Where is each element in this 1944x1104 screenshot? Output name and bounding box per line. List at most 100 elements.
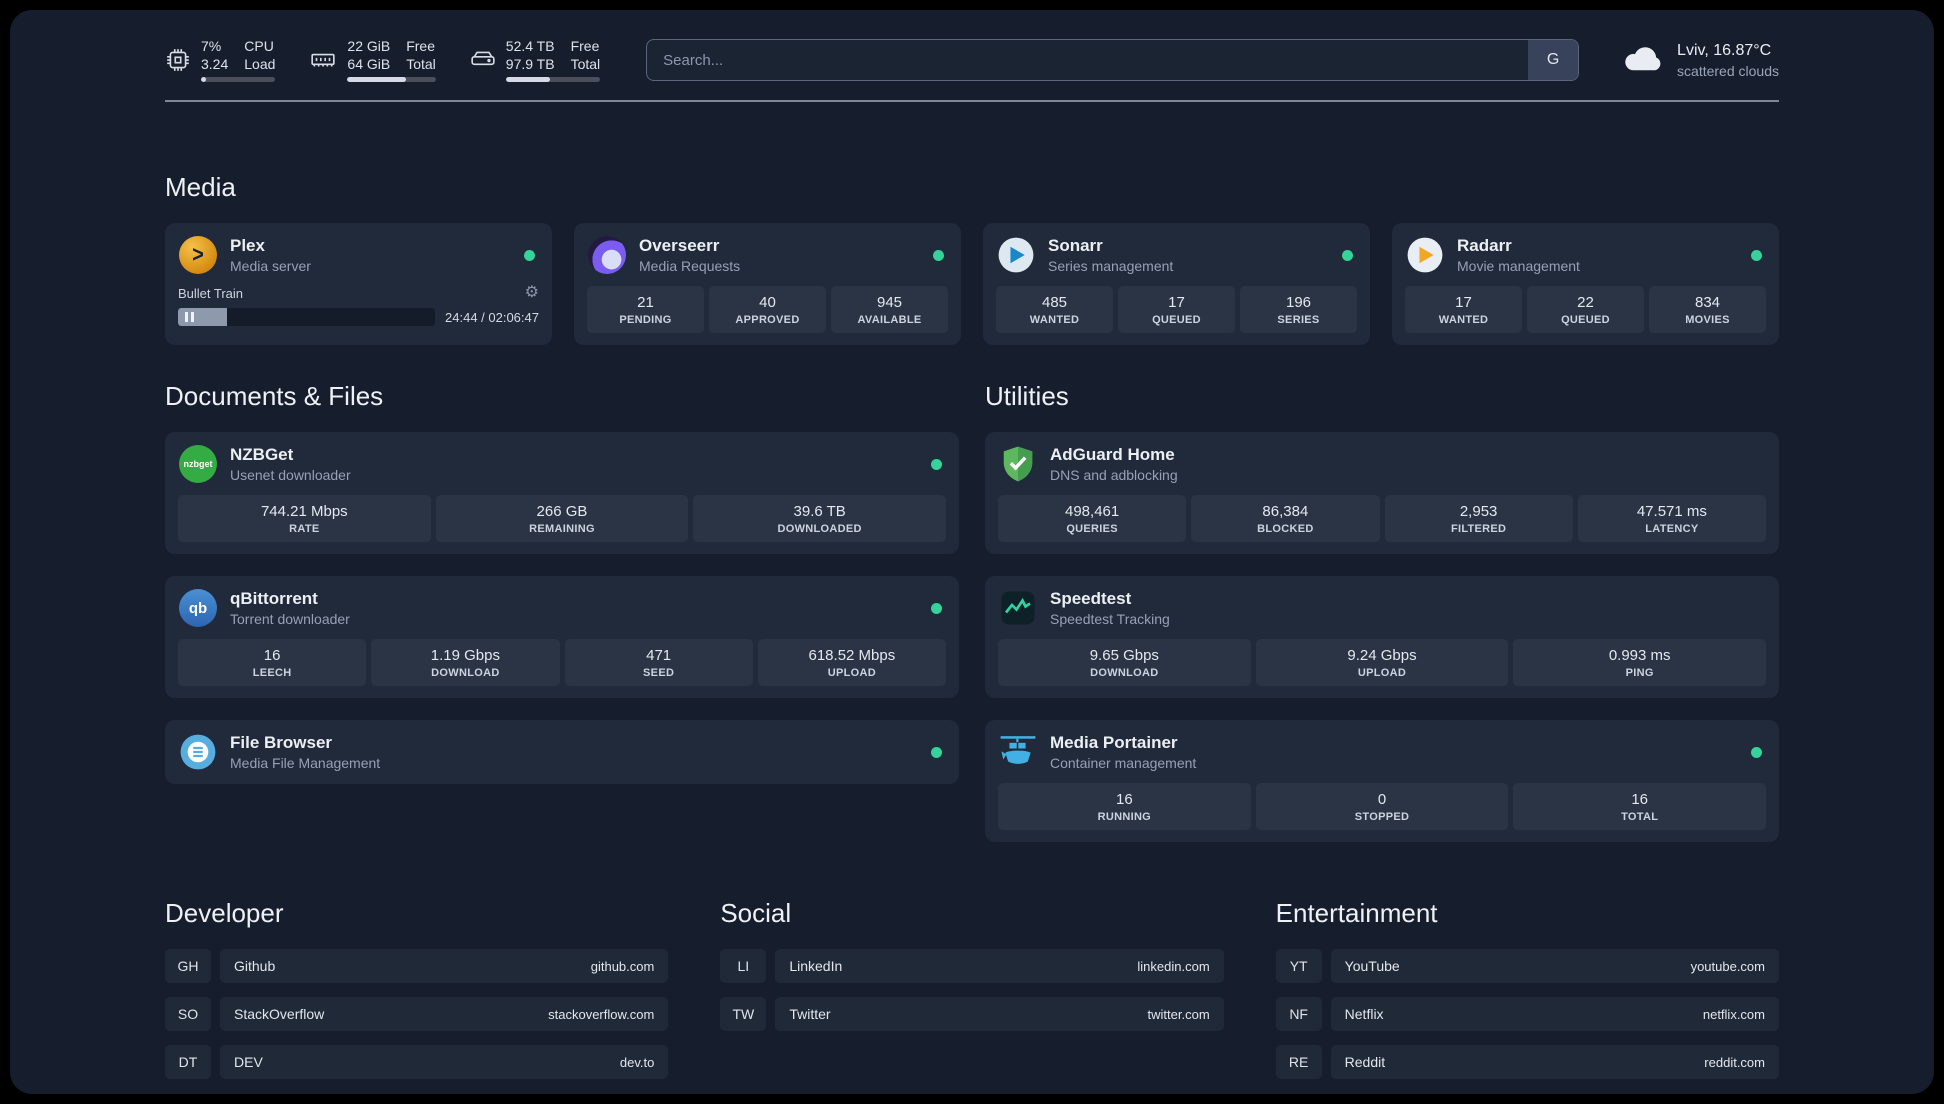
cpu-percent: 7% (201, 38, 222, 54)
section-utilities: Utilities AdGuard Home DNS and adblockin… (985, 381, 1779, 843)
plex-icon: > (178, 235, 218, 275)
weather-widget: Lviv, 16.87°C scattered clouds (1621, 42, 1779, 79)
bookmark-domain: github.com (590, 958, 655, 974)
bookmark-domain: stackoverflow.com (548, 1006, 655, 1022)
status-dot (931, 602, 942, 614)
service-subtitle: DNS and adblocking (1050, 467, 1178, 484)
status-dot (1751, 249, 1762, 261)
ram-progress-bar (347, 77, 436, 83)
search-bar[interactable]: G (646, 39, 1580, 82)
section-title-utilities: Utilities (985, 381, 1069, 412)
stat-series: 196 SERIES (1240, 286, 1357, 334)
disk-widget: 52.4 TB 97.9 TB Free Total (470, 38, 601, 83)
search-input[interactable] (647, 40, 1529, 81)
stat-queued: 22 QUEUED (1527, 286, 1644, 334)
stat-latency: 47.571 ms LATENCY (1577, 495, 1766, 543)
bookmark-domain: youtube.com (1690, 958, 1765, 974)
service-subtitle: Media File Management (230, 755, 381, 772)
stat-available: 945 AVAILABLE (831, 286, 948, 334)
search-provider-button[interactable]: G (1528, 40, 1579, 81)
service-card-adguard[interactable]: AdGuard Home DNS and adblocking 498,461 … (985, 432, 1779, 555)
cpu-label: CPU (244, 38, 274, 54)
gear-icon[interactable]: ⚙ (525, 285, 539, 301)
nzbget-icon: nzbget (178, 444, 218, 484)
bookmarks-developer: Developer GH Github github.com SO StackO… (165, 898, 669, 1080)
bookmark-twitter[interactable]: TW Twitter twitter.com (720, 997, 1224, 1032)
stat-wanted: 17 WANTED (1405, 286, 1522, 334)
service-card-filebrowser[interactable]: File Browser Media File Management (165, 720, 959, 785)
ram-total: 64 GiB (347, 56, 391, 73)
bookmark-domain: dev.to (619, 1054, 655, 1070)
service-card-qbittorrent[interactable]: qb qBittorrent Torrent downloader 16 LEE… (165, 576, 959, 699)
disk-total-label: Total (570, 56, 601, 73)
status-dot (1751, 746, 1762, 758)
weather-location: Lviv, 16.87°C (1677, 41, 1772, 59)
service-card-plex[interactable]: > Plex Media server Bullet Train ⚙ 24:44… (165, 223, 552, 346)
bookmark-abbr: GH (165, 949, 211, 984)
pause-icon[interactable] (185, 312, 194, 323)
bookmark-domain: reddit.com (1704, 1054, 1765, 1070)
stat-download: 1.19 Gbps DOWNLOAD (371, 639, 560, 687)
status-dot (933, 249, 944, 261)
stat-queued: 17 QUEUED (1118, 286, 1235, 334)
bookmark-github[interactable]: GH Github github.com (165, 949, 669, 984)
stat-rate: 744.21 Mbps RATE (178, 495, 431, 543)
bookmark-name: Reddit (1344, 1054, 1386, 1071)
bookmark-netflix[interactable]: NF Netflix netflix.com (1275, 997, 1779, 1032)
service-name: Overseerr (639, 236, 720, 256)
bookmarks-entertainment: Entertainment YT YouTube youtube.com NF … (1275, 898, 1779, 1080)
portainer-icon (998, 732, 1038, 772)
stat-leech: 16 LEECH (178, 639, 367, 687)
cpu-widget: 7% 3.24 CPU Load (165, 38, 276, 83)
stat-approved: 40 APPROVED (709, 286, 826, 334)
cpu-load-label: Load (244, 56, 276, 73)
service-subtitle: Speedtest Tracking (1050, 611, 1170, 628)
disk-free-label: Free (570, 38, 600, 54)
service-card-speedtest[interactable]: Speedtest Speedtest Tracking 9.65 Gbps D… (985, 576, 1779, 699)
service-card-portainer[interactable]: Media Portainer Container management 16 … (985, 720, 1779, 843)
stat-stopped: 0 STOPPED (1255, 783, 1509, 831)
stat-blocked: 86,384 BLOCKED (1191, 495, 1380, 543)
service-name: Speedtest (1050, 589, 1132, 609)
service-card-overseerr[interactable]: Overseerr Media Requests 21 PENDING 40 A… (574, 223, 961, 346)
topbar-divider (165, 100, 1779, 103)
service-name: AdGuard Home (1050, 445, 1175, 465)
bookmark-dev[interactable]: DT DEV dev.to (165, 1045, 669, 1080)
bookmark-name: Twitter (789, 1006, 831, 1023)
stat-filtered: 2,953 FILTERED (1384, 495, 1573, 543)
stat-download: 9.65 Gbps DOWNLOAD (998, 639, 1251, 687)
filebrowser-icon (178, 732, 218, 772)
service-name: Sonarr (1048, 236, 1103, 256)
hard-drive-icon (470, 47, 496, 73)
bookmark-abbr: NF (1275, 997, 1322, 1032)
ram-free-label: Free (406, 38, 436, 54)
bookmark-abbr: LI (720, 949, 767, 984)
stat-remaining: 266 GB REMAINING (435, 495, 689, 543)
stat-running: 16 RUNNING (998, 783, 1251, 831)
bookmark-reddit[interactable]: RE Reddit reddit.com (1275, 1045, 1779, 1080)
section-title-documents: Documents & Files (165, 381, 384, 412)
bookmark-domain: linkedin.com (1137, 958, 1210, 974)
service-name: File Browser (230, 733, 333, 753)
stat-seed: 471 SEED (564, 639, 753, 687)
service-card-nzbget[interactable]: nzbget NZBGet Usenet downloader 744.21 M… (165, 432, 959, 555)
radarr-icon (1405, 235, 1445, 275)
bookmark-stackoverflow[interactable]: SO StackOverflow stackoverflow.com (165, 997, 669, 1032)
now-playing-title: Bullet Train (178, 285, 244, 301)
bookmark-linkedin[interactable]: LI LinkedIn linkedin.com (720, 949, 1224, 984)
service-name: Media Portainer (1050, 733, 1178, 753)
stat-upload: 618.52 Mbps UPLOAD (757, 639, 946, 687)
section-media: Media > Plex Media server Bullet Train ⚙ (165, 172, 1779, 346)
speedtest-icon (998, 588, 1038, 628)
stat-pending: 21 PENDING (587, 286, 704, 334)
top-bar: 7% 3.24 CPU Load 22 GiB 64 GiB Free Tota… (165, 38, 1779, 83)
bookmark-youtube[interactable]: YT YouTube youtube.com (1275, 949, 1779, 984)
ram-free: 22 GiB (347, 38, 391, 54)
service-name: NZBGet (230, 445, 294, 465)
service-card-sonarr[interactable]: Sonarr Series management 485 WANTED 17 Q… (983, 223, 1370, 346)
bookmark-domain: twitter.com (1147, 1006, 1210, 1022)
section-title-social: Social (720, 898, 792, 929)
section-documents: Documents & Files nzbget NZBGet Usenet d… (165, 381, 959, 842)
service-card-radarr[interactable]: Radarr Movie management 17 WANTED 22 QUE… (1392, 223, 1779, 346)
playback-progress-bar[interactable] (178, 308, 436, 327)
